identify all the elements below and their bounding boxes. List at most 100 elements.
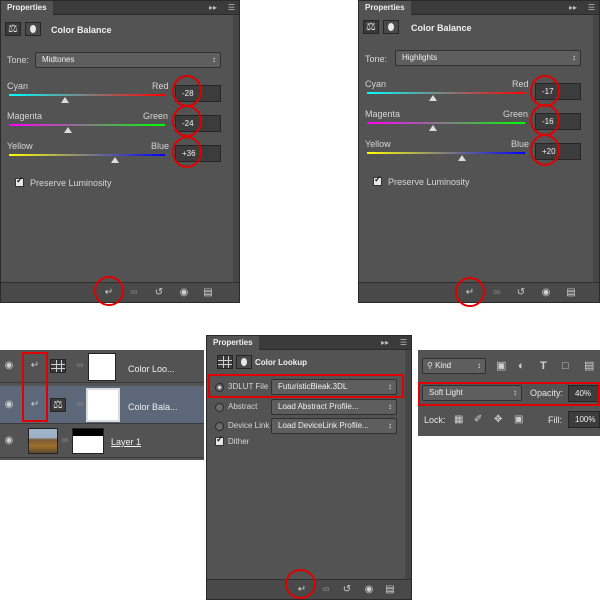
yellow-blue-track[interactable] [367, 152, 525, 154]
visibility-icon[interactable] [177, 287, 191, 299]
mask-icon[interactable] [25, 22, 41, 36]
magenta-green-thumb[interactable] [64, 127, 73, 133]
kind-filter-dropdown[interactable]: ⚲ Kind [422, 358, 486, 374]
clip-to-layer-icon[interactable] [295, 584, 309, 596]
delete-icon[interactable] [201, 287, 215, 299]
clip-to-layer-icon[interactable] [463, 287, 477, 299]
lock-image-icon[interactable]: ✐ [474, 414, 482, 426]
visibility-icon[interactable] [2, 435, 16, 447]
layer-name[interactable]: Color Loo... [128, 364, 175, 374]
yellow-label: Yellow [365, 139, 391, 149]
layer-name[interactable]: Color Bala... [128, 402, 178, 412]
color-lookup-icon [50, 359, 66, 373]
collapse-icon[interactable]: ▸▸ [569, 1, 577, 15]
scrollbar[interactable] [233, 15, 239, 282]
panel-menu-icon[interactable]: ☰ [228, 1, 235, 15]
cyan-red-track[interactable] [9, 94, 165, 96]
cyan-red-thumb[interactable] [429, 95, 438, 101]
yellow-blue-thumb[interactable] [457, 155, 466, 161]
fill-input[interactable]: 100% [568, 411, 600, 428]
visibility-icon[interactable] [2, 360, 16, 372]
abstract-dropdown[interactable]: Load Abstract Profile... [271, 399, 397, 415]
panel-title: Color Balance [411, 23, 472, 33]
reset-icon[interactable] [514, 287, 528, 299]
abstract-radio[interactable] [215, 403, 224, 412]
3dlut-dropdown[interactable]: FuturisticBleak.3DL [271, 379, 397, 395]
clip-to-layer-icon[interactable] [102, 287, 116, 299]
blue-label: Blue [151, 141, 170, 151]
mask-icon[interactable] [236, 355, 252, 369]
adjustment-filter-icon[interactable]: ◐ [518, 360, 525, 372]
pixel-filter-icon[interactable]: ▣ [496, 360, 506, 372]
magenta-green-value[interactable]: -24 [175, 115, 221, 132]
cyan-red-value[interactable]: -17 [535, 83, 581, 100]
view-previous-icon[interactable] [490, 287, 504, 299]
cyan-red-thumb[interactable] [61, 97, 70, 103]
view-previous-icon[interactable] [127, 287, 141, 299]
panel-footer [1, 282, 239, 302]
tone-label: Tone: [365, 54, 388, 64]
yellow-blue-thumb[interactable] [111, 157, 120, 163]
smart-object-filter-icon[interactable]: ▤ [584, 360, 594, 372]
link-icon[interactable] [73, 360, 87, 372]
lock-position-icon[interactable]: ✥ [494, 414, 502, 426]
layer-name[interactable]: Layer 1 [111, 437, 141, 447]
magenta-green-value[interactable]: -16 [535, 113, 581, 130]
type-filter-icon[interactable]: T [540, 360, 547, 372]
yellow-blue-value[interactable]: +36 [175, 145, 221, 162]
magenta-green-track[interactable] [367, 122, 525, 124]
fill-label: Fill: [548, 415, 562, 425]
link-icon[interactable] [73, 399, 87, 411]
visibility-icon[interactable] [2, 399, 16, 411]
mask-icon[interactable] [383, 20, 399, 34]
shape-filter-icon[interactable]: □ [562, 360, 569, 372]
color-balance-icon [363, 20, 379, 34]
blend-mode-dropdown[interactable]: Soft Light [422, 385, 522, 401]
kind-label: Kind [435, 361, 452, 370]
lock-all-icon[interactable]: ▣ [514, 414, 523, 426]
magenta-green-thumb[interactable] [429, 125, 438, 131]
properties-tab[interactable]: Properties [359, 1, 411, 15]
collapse-icon[interactable]: ▸▸ [381, 336, 389, 350]
panel-menu-icon[interactable]: ☰ [588, 1, 595, 15]
view-previous-icon[interactable] [319, 584, 333, 596]
3dlut-label: 3DLUT File [228, 382, 269, 391]
tone-dropdown[interactable]: Midtones [35, 52, 221, 68]
cyan-red-track[interactable] [367, 92, 525, 94]
opacity-input[interactable]: 40% [568, 385, 600, 402]
layer-row-layer-1[interactable]: Layer 1 [0, 425, 204, 458]
dither-checkbox[interactable] [215, 434, 224, 446]
magenta-green-track[interactable] [9, 124, 165, 126]
layer-row-color-balance[interactable]: Color Bala... [0, 386, 204, 424]
reset-icon[interactable] [152, 287, 166, 299]
yellow-blue-value[interactable]: +20 [535, 143, 581, 160]
link-icon[interactable] [58, 435, 72, 447]
properties-tab[interactable]: Properties [1, 1, 53, 15]
green-label: Green [143, 111, 169, 121]
scrollbar[interactable] [405, 350, 411, 579]
clip-arrow-icon [28, 360, 42, 372]
lock-transparent-icon[interactable]: ▦ [454, 414, 463, 426]
collapse-icon[interactable]: ▸▸ [209, 1, 217, 15]
preserve-luminosity-checkbox[interactable] [373, 174, 382, 186]
cyan-label: Cyan [7, 81, 29, 91]
3dlut-radio[interactable] [215, 383, 224, 392]
yellow-blue-track[interactable] [9, 154, 165, 156]
cyan-red-value[interactable]: -28 [175, 85, 221, 102]
visibility-icon[interactable] [362, 584, 376, 596]
panel-footer [207, 579, 411, 599]
tone-dropdown[interactable]: Highlights [395, 50, 581, 66]
magenta-label: Magenta [365, 109, 401, 119]
scrollbar[interactable] [593, 15, 599, 282]
device-link-radio[interactable] [215, 422, 224, 431]
preserve-luminosity-checkbox[interactable] [15, 175, 24, 187]
panel-menu-icon[interactable]: ☰ [400, 336, 407, 350]
device-link-dropdown[interactable]: Load DeviceLink Profile... [271, 418, 397, 434]
delete-icon[interactable] [383, 584, 397, 596]
panel-tabbar: Properties ▸▸ ☰ [207, 336, 411, 350]
visibility-icon[interactable] [539, 287, 553, 299]
reset-icon[interactable] [340, 584, 354, 596]
layer-row-color-lookup[interactable]: Color Loo... [0, 350, 204, 383]
delete-icon[interactable] [564, 287, 578, 299]
properties-tab[interactable]: Properties [207, 336, 259, 350]
